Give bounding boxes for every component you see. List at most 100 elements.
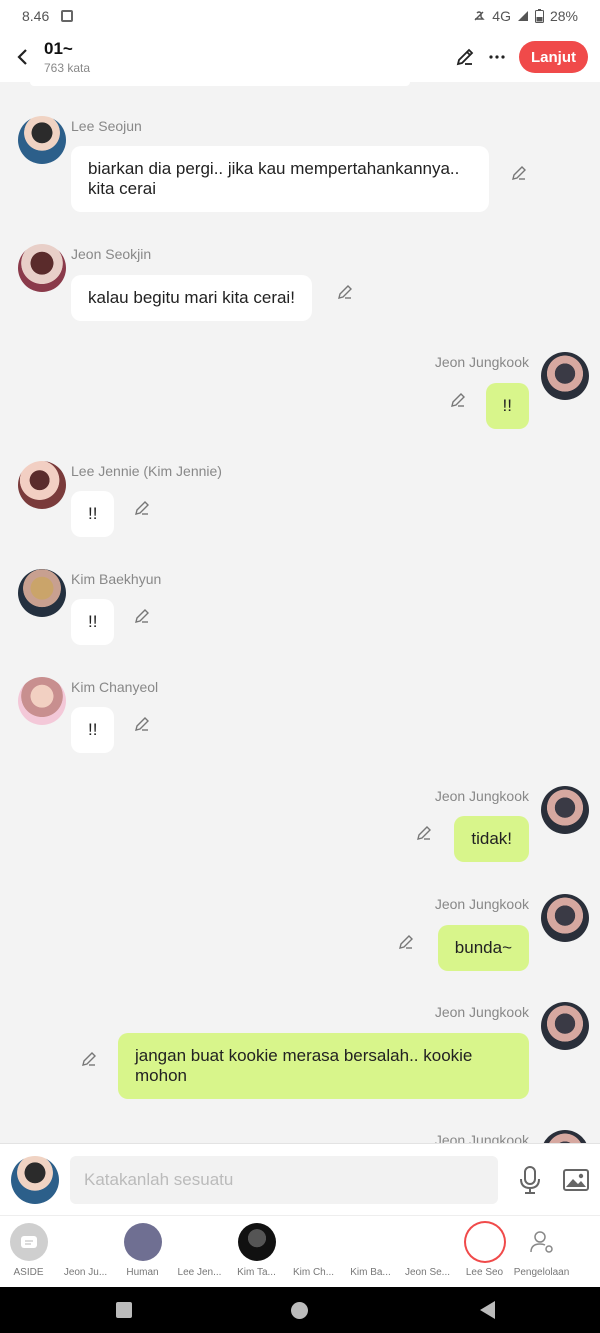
- character-management[interactable]: Pengelolaan: [513, 1223, 570, 1287]
- avatar: [67, 1223, 105, 1261]
- pencil-icon: [135, 501, 149, 515]
- character-selector: ASIDE Jeon Ju... Human Lee Jen... Kim Ta…: [0, 1215, 600, 1287]
- message-bubble[interactable]: bunda~: [437, 925, 529, 971]
- character-label: Lee Seo: [465, 1267, 504, 1278]
- character-aside[interactable]: ASIDE: [0, 1223, 57, 1287]
- sender-name: Jeon Jungkook: [434, 354, 529, 370]
- edit-message-button[interactable]: [131, 713, 153, 735]
- edit-message-button[interactable]: [334, 281, 356, 303]
- chevron-left-icon: [17, 49, 27, 65]
- status-time: 8.46: [22, 8, 50, 24]
- pencil-icon: [135, 717, 149, 731]
- sender-name: Kim Baekhyun: [71, 571, 162, 587]
- message-bubble[interactable]: !!: [71, 599, 115, 645]
- next-button[interactable]: Lanjut: [519, 41, 588, 73]
- current-speaker-avatar[interactable]: [11, 1156, 59, 1204]
- composer-bar: [0, 1143, 600, 1215]
- character-kim-taehyung[interactable]: Kim Ta...: [228, 1223, 285, 1287]
- pencil-icon: [82, 1052, 96, 1066]
- pencil-icon: [399, 935, 413, 949]
- network-label: 4G: [492, 8, 511, 24]
- character-label: Kim Ta...: [237, 1267, 276, 1278]
- message-bubble[interactable]: tidak!: [454, 816, 529, 862]
- sender-name: Jeon Jungkook: [434, 896, 529, 912]
- avatar: [123, 1223, 162, 1261]
- title-block: 01~ 763 kata: [44, 39, 449, 75]
- back-button[interactable]: [0, 35, 44, 79]
- character-label: ASIDE: [13, 1267, 44, 1278]
- avatar[interactable]: [18, 461, 66, 509]
- avatar[interactable]: [18, 244, 66, 292]
- edit-message-button[interactable]: [413, 822, 435, 844]
- character-lee-jennie[interactable]: Lee Jen...: [171, 1223, 228, 1287]
- recents-button[interactable]: [116, 1302, 132, 1318]
- pen-icon: [456, 48, 474, 66]
- home-button[interactable]: [291, 1302, 308, 1319]
- status-bar: 8.46 4G 28%: [0, 0, 600, 32]
- back-nav-button[interactable]: [480, 1301, 495, 1319]
- message-bubble[interactable]: kalau begitu mari kita cerai!: [71, 275, 312, 321]
- message-input[interactable]: [70, 1156, 498, 1204]
- message-bubble[interactable]: jangan buat kookie merasa bersalah.. koo…: [118, 1033, 529, 1099]
- page-title: 01~: [44, 39, 73, 58]
- character-label: Jeon Ju...: [63, 1267, 108, 1278]
- edit-message-button[interactable]: [78, 1048, 100, 1070]
- battery-level: 28%: [549, 8, 578, 24]
- user-settings-icon: [529, 1231, 553, 1253]
- system-nav-bar: [0, 1287, 600, 1333]
- avatar: [295, 1223, 333, 1261]
- manage-avatar: [522, 1223, 561, 1261]
- chat-header: 01~ 763 kata Lanjut: [0, 32, 600, 82]
- signal-icon: [517, 11, 528, 21]
- more-button[interactable]: [481, 41, 513, 73]
- avatar: [181, 1223, 219, 1261]
- image-button[interactable]: [559, 1164, 593, 1196]
- character-label: Pengelolaan: [513, 1267, 570, 1278]
- sender-name: Lee Seojun: [71, 118, 142, 134]
- sender-name: Jeon Jungkook: [434, 788, 529, 804]
- avatar[interactable]: [18, 116, 66, 164]
- avatar[interactable]: [541, 1002, 589, 1050]
- message-bubble[interactable]: !!: [71, 707, 115, 753]
- sender-name: Lee Jennie (Kim Jennie): [71, 463, 222, 479]
- edit-message-button[interactable]: [395, 931, 417, 953]
- pencil-icon: [417, 826, 431, 840]
- character-jeon-jungkook[interactable]: Jeon Ju...: [57, 1223, 114, 1287]
- pencil-icon: [512, 166, 526, 180]
- message-bubble[interactable]: !!: [71, 491, 115, 537]
- chat-bubble-icon: [20, 1236, 37, 1248]
- pencil-icon: [135, 609, 149, 623]
- edit-message-button[interactable]: [447, 389, 469, 411]
- voice-button[interactable]: [513, 1164, 547, 1196]
- battery-icon: [534, 9, 544, 23]
- sender-name: Jeon Seokjin: [71, 246, 152, 262]
- character-jeon-seokjin[interactable]: Jeon Se...: [399, 1223, 456, 1287]
- avatar[interactable]: [541, 786, 589, 834]
- edit-message-button[interactable]: [508, 162, 530, 184]
- edit-message-button[interactable]: [131, 497, 153, 519]
- character-label: Kim Ch...: [292, 1267, 335, 1278]
- character-label: Jeon Se...: [404, 1267, 451, 1278]
- avatar[interactable]: [18, 677, 66, 725]
- more-dots-icon: [489, 55, 505, 59]
- avatar[interactable]: [18, 569, 66, 617]
- avatar: [409, 1223, 447, 1261]
- pencil-icon: [451, 393, 465, 407]
- character-human[interactable]: Human: [114, 1223, 171, 1287]
- word-count: 763 kata: [44, 61, 91, 75]
- sender-name: Kim Chanyeol: [71, 679, 159, 695]
- notification-icon: [61, 10, 74, 22]
- edit-button[interactable]: [449, 41, 481, 73]
- character-kim-chanyeol[interactable]: Kim Ch...: [285, 1223, 342, 1287]
- character-label: Human: [126, 1267, 159, 1278]
- avatar[interactable]: [541, 894, 589, 942]
- avatar[interactable]: [541, 352, 589, 400]
- message-bubble[interactable]: biarkan dia pergi.. jika kau mempertahan…: [71, 146, 489, 212]
- image-icon: [563, 1169, 589, 1191]
- aside-avatar: [9, 1223, 48, 1261]
- avatar: [237, 1223, 276, 1261]
- edit-message-button[interactable]: [131, 605, 153, 627]
- message-bubble[interactable]: !!: [485, 383, 529, 429]
- character-kim-baekhyun[interactable]: Kim Ba...: [342, 1223, 399, 1287]
- character-lee-seojun[interactable]: Lee Seo: [456, 1223, 513, 1287]
